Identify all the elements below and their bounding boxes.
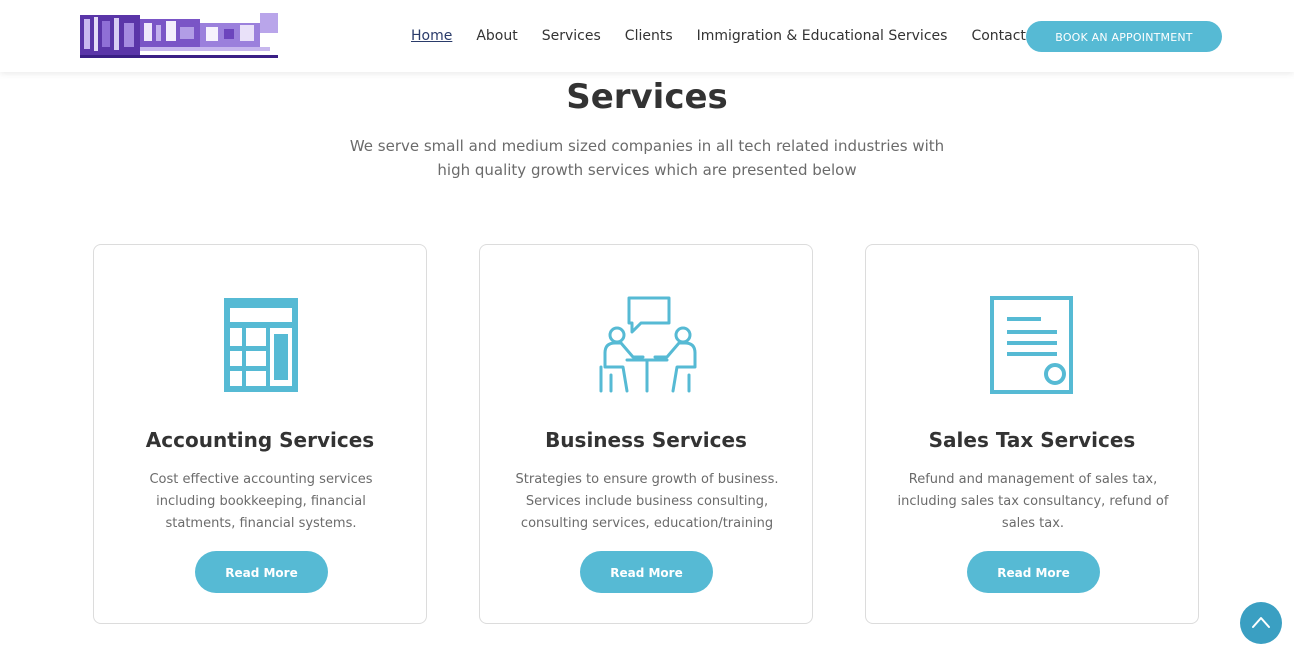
book-appointment-button[interactable]: BOOK AN APPOINTMENT (1026, 21, 1222, 52)
card-desc-line: including sales tax consultancy, refund … (897, 494, 1169, 509)
service-card-sales-tax: Sales Tax Services Refund and management… (865, 244, 1199, 624)
card-title: Sales Tax Services (928, 428, 1136, 452)
card-desc-line: statments, financial systems. (165, 516, 357, 531)
company-logo[interactable] (80, 13, 278, 58)
section-subtitle: We serve small and medium sized companie… (347, 134, 947, 182)
site-header: Home About Services Clients Immigration … (0, 0, 1294, 72)
card-desc-line: Strategies to ensure growth of business. (515, 472, 779, 487)
card-description: Refund and management of sales tax, incl… (896, 469, 1170, 535)
read-more-button[interactable]: Read More (580, 551, 713, 593)
card-desc-line: Services include business consulting, (525, 494, 769, 509)
chevron-up-icon (1252, 617, 1270, 628)
nav-home-link[interactable]: Home (411, 26, 452, 46)
document-icon (990, 296, 1073, 394)
nav-immigration-link[interactable]: Immigration & Educational Services (697, 26, 948, 46)
card-description: Strategies to ensure growth of business.… (510, 469, 784, 535)
card-title: Accounting Services (145, 428, 375, 452)
nav-contact-link[interactable]: Contact (971, 26, 1025, 46)
card-desc-line: sales tax. (1001, 516, 1065, 531)
card-description: Cost effective accounting services inclu… (124, 469, 398, 535)
card-desc-line: consulting services, education/training (520, 516, 774, 531)
nav-services-link[interactable]: Services (542, 26, 601, 46)
section-subtitle-line2: high quality growth services which are p… (437, 161, 857, 179)
main-nav: Home About Services Clients Immigration … (411, 26, 1026, 46)
section-subtitle-line1: We serve small and medium sized companie… (349, 137, 945, 155)
read-more-button[interactable]: Read More (967, 551, 1100, 593)
card-title: Business Services (545, 428, 747, 452)
meeting-icon (599, 296, 697, 393)
service-card-accounting: Accounting Services Cost effective accou… (93, 244, 427, 624)
service-card-business: Business Services Strategies to ensure g… (479, 244, 813, 624)
card-desc-line: including bookkeeping, financial (156, 494, 366, 509)
card-desc-line: Cost effective accounting services (149, 472, 373, 487)
read-more-button[interactable]: Read More (195, 551, 328, 593)
calculator-icon (224, 298, 298, 392)
nav-about-link[interactable]: About (476, 26, 517, 46)
back-to-top-button[interactable] (1240, 602, 1282, 644)
card-desc-line: Refund and management of sales tax, (908, 472, 1158, 487)
section-title: Services (566, 77, 728, 117)
nav-clients-link[interactable]: Clients (625, 26, 673, 46)
